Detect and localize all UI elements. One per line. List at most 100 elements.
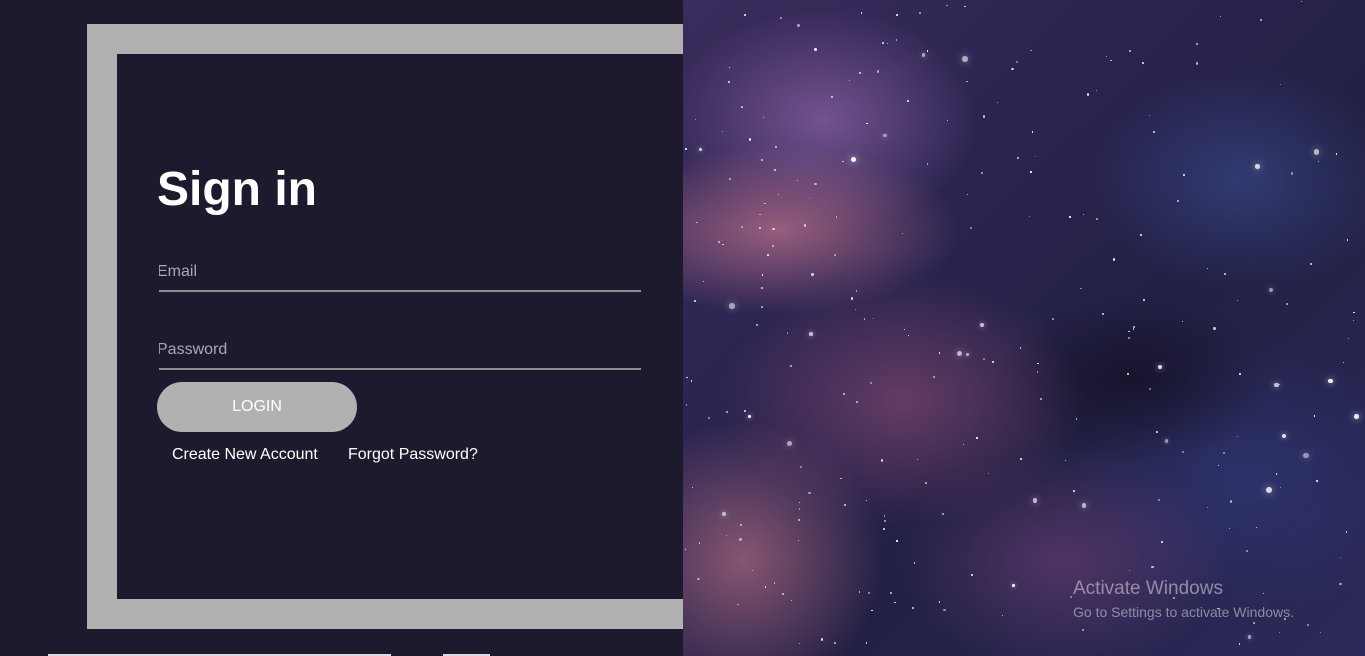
star-dot xyxy=(1128,330,1130,333)
star-dot xyxy=(1301,0,1303,2)
star-dot xyxy=(1152,131,1156,134)
star-dot xyxy=(729,177,732,180)
star-dot xyxy=(903,329,905,331)
star-dot xyxy=(913,562,916,565)
star-dot xyxy=(797,540,799,542)
star-dot xyxy=(1252,621,1255,624)
star-dot xyxy=(962,443,964,446)
star-dot xyxy=(834,642,837,645)
star-dot xyxy=(696,221,698,224)
star-dot xyxy=(883,515,886,517)
star-dot xyxy=(778,193,780,195)
star-dot xyxy=(1030,171,1032,173)
star-dot xyxy=(1196,43,1198,46)
star-dot xyxy=(698,541,701,544)
star-dot xyxy=(946,119,948,121)
star-dot xyxy=(939,601,941,603)
star-dot xyxy=(1219,16,1221,18)
star-dot xyxy=(1340,557,1342,559)
star-dot xyxy=(1101,312,1105,316)
star-dot xyxy=(1222,451,1225,454)
star-dot xyxy=(882,41,884,44)
star-dot xyxy=(811,273,814,276)
star-dot xyxy=(843,504,846,507)
star-dot xyxy=(863,317,866,320)
star-dot xyxy=(1019,347,1022,349)
star-dot xyxy=(1303,453,1309,459)
star-dot xyxy=(926,50,929,52)
star-dot xyxy=(850,297,854,300)
star-dot xyxy=(1260,18,1263,21)
star-dot xyxy=(1156,430,1159,433)
star-dot xyxy=(739,523,743,527)
star-dot xyxy=(890,591,893,594)
email-field[interactable] xyxy=(159,258,641,292)
star-dot xyxy=(1065,460,1067,462)
star-dot xyxy=(1315,480,1318,482)
star-dot xyxy=(1319,632,1321,634)
star-dot xyxy=(830,95,833,98)
star-dot xyxy=(942,512,945,516)
star-dot xyxy=(1037,362,1039,365)
login-button[interactable]: LOGIN xyxy=(157,382,357,432)
star-dot xyxy=(1247,635,1251,639)
star-dot xyxy=(962,56,968,62)
star-dot xyxy=(1032,497,1038,503)
watermark-subtitle: Go to Settings to activate Windows. xyxy=(1073,604,1294,620)
star-dot xyxy=(1017,156,1020,160)
star-dot xyxy=(1353,311,1355,313)
password-field[interactable] xyxy=(159,336,641,370)
star-dot xyxy=(1290,172,1293,175)
star-dot xyxy=(865,122,868,125)
star-dot xyxy=(976,437,978,439)
star-dot xyxy=(796,179,798,181)
star-dot xyxy=(969,226,973,229)
star-dot xyxy=(798,502,800,504)
star-dot xyxy=(927,163,929,165)
star-dot xyxy=(840,477,842,480)
star-dot xyxy=(1217,465,1219,467)
star-dot xyxy=(728,66,731,69)
star-dot xyxy=(773,582,776,585)
star-dot xyxy=(1268,287,1274,293)
star-dot xyxy=(725,411,728,413)
star-dot xyxy=(1206,267,1208,269)
star-dot xyxy=(685,148,688,151)
star-dot xyxy=(1106,56,1108,58)
star-dot xyxy=(1095,89,1097,91)
star-dot xyxy=(814,48,817,51)
star-dot xyxy=(1081,629,1084,632)
star-dot xyxy=(697,577,700,580)
star-dot xyxy=(881,459,884,462)
star-dot xyxy=(743,409,747,413)
star-dot xyxy=(1040,397,1043,400)
star-dot xyxy=(1161,540,1164,543)
star-dot xyxy=(779,17,782,20)
star-dot xyxy=(1036,371,1039,373)
create-account-link[interactable]: Create New Account xyxy=(172,446,318,464)
star-dot xyxy=(751,569,753,572)
star-dot xyxy=(1266,487,1273,494)
star-dot xyxy=(1354,414,1359,419)
star-dot xyxy=(870,381,873,384)
star-dot xyxy=(871,609,873,612)
star-dot xyxy=(883,133,887,138)
star-dot xyxy=(1029,49,1032,52)
star-dot xyxy=(1069,595,1072,598)
star-dot xyxy=(808,491,811,495)
star-dot xyxy=(797,24,800,27)
star-dot xyxy=(1142,298,1145,302)
star-dot xyxy=(992,360,995,363)
star-dot xyxy=(748,138,751,141)
email-field-wrapper xyxy=(157,258,641,292)
star-dot xyxy=(759,213,761,216)
star-dot xyxy=(1164,439,1169,443)
star-dot xyxy=(896,540,898,542)
star-dot xyxy=(1011,583,1015,587)
star-dot xyxy=(988,472,990,474)
star-dot xyxy=(843,393,845,395)
star-dot xyxy=(1126,373,1129,376)
star-dot xyxy=(707,416,710,419)
forgot-password-link[interactable]: Forgot Password? xyxy=(348,446,478,464)
star-dot xyxy=(1279,631,1281,633)
